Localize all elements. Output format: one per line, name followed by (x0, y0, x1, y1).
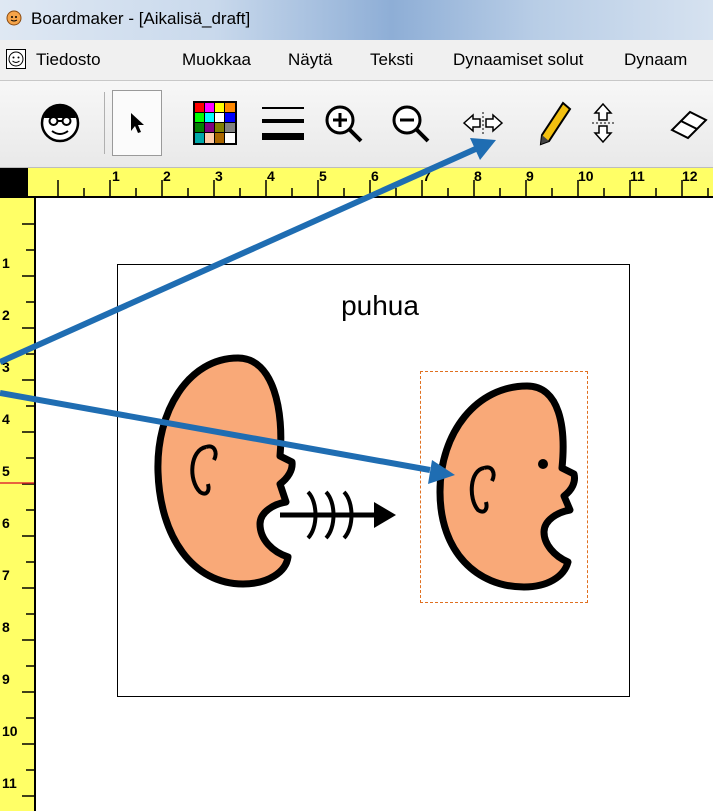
ruler-top-number: 7 (423, 168, 431, 184)
pencil-icon (539, 101, 572, 146)
ruler-top-number: 5 (319, 168, 327, 184)
cell-label[interactable]: puhua (300, 290, 460, 322)
ruler-top-number: 9 (526, 168, 534, 184)
ruler-left-number: 8 (2, 619, 10, 635)
ruler-top-number: 3 (215, 168, 223, 184)
menu-bar (0, 40, 713, 81)
ruler-left-number: 6 (2, 515, 10, 531)
pointer-tool-button[interactable] (112, 90, 162, 156)
ruler-top[interactable]: 1 2 3 4 5 6 7 8 9 10 11 12 (28, 168, 713, 198)
zoom-in-icon (325, 105, 363, 143)
pencil-tool-button[interactable] (530, 90, 580, 156)
line-thickness-button[interactable] (258, 90, 308, 156)
window-title: Boardmaker - [Aikalisä_draft] (31, 9, 251, 28)
ruler-top-number: 11 (630, 168, 645, 184)
menu-teksti[interactable]: Teksti (370, 50, 413, 70)
ruler-top-number: 4 (267, 168, 275, 184)
ruler-corner (0, 168, 28, 198)
speaking-head-icon[interactable] (148, 352, 298, 592)
symbol-finder-button[interactable] (35, 90, 85, 156)
line-thickness-icon (262, 107, 304, 140)
zoom-out-button[interactable] (385, 90, 435, 156)
ruler-left-number: 1 (2, 255, 10, 271)
width-arrows-icon (462, 112, 504, 134)
color-palette-icon (193, 101, 237, 145)
menu-dynaamiset-solut[interactable]: Dynaamiset solut (453, 50, 583, 70)
menu-dynaam[interactable]: Dynaam (624, 50, 687, 70)
title-bar: Boardmaker - [Aikalisä_draft] (0, 0, 713, 40)
eraser-icon (670, 110, 708, 140)
speech-arrow-icon (280, 490, 396, 540)
ruler-top-number: 2 (163, 168, 171, 184)
ruler-left-number: 9 (2, 671, 10, 687)
listening-head-icon[interactable] (432, 382, 582, 592)
ruler-top-number: 6 (371, 168, 379, 184)
ruler-left-number: 11 (2, 775, 17, 791)
menu-tiedosto[interactable]: Tiedosto (36, 50, 101, 70)
cell-height-button[interactable] (578, 90, 628, 156)
pointer-arrow-icon (131, 113, 144, 133)
ruler-left-number: 4 (2, 411, 10, 427)
color-tool-button[interactable] (190, 90, 240, 156)
ruler-left-number: 2 (2, 307, 10, 323)
toolbar-separator (104, 92, 105, 154)
ruler-left-number: 5 (2, 463, 10, 479)
ruler-top-number: 8 (474, 168, 482, 184)
menu-nayta[interactable]: Näytä (288, 50, 332, 70)
ruler-left[interactable]: 1 2 3 4 5 6 7 8 9 10 11 (0, 198, 36, 811)
zoom-out-icon (392, 105, 430, 143)
symbol-finder-face-icon (40, 103, 80, 143)
zoom-in-button[interactable] (318, 90, 368, 156)
height-arrows-icon (592, 102, 614, 144)
ruler-left-number: 10 (2, 723, 18, 739)
ruler-top-number: 10 (578, 168, 594, 184)
ruler-left-number: 3 (2, 359, 10, 375)
ruler-top-number: 12 (682, 168, 698, 184)
app-icon (6, 10, 22, 26)
cell-width-button[interactable] (458, 90, 508, 156)
ruler-top-number: 1 (112, 168, 120, 184)
ruler-left-ticks (0, 223, 34, 797)
menu-muokkaa[interactable]: Muokkaa (182, 50, 251, 70)
ruler-left-number: 7 (2, 567, 10, 583)
eraser-tool-button[interactable] (663, 90, 713, 156)
system-menu-icon[interactable] (6, 49, 26, 69)
